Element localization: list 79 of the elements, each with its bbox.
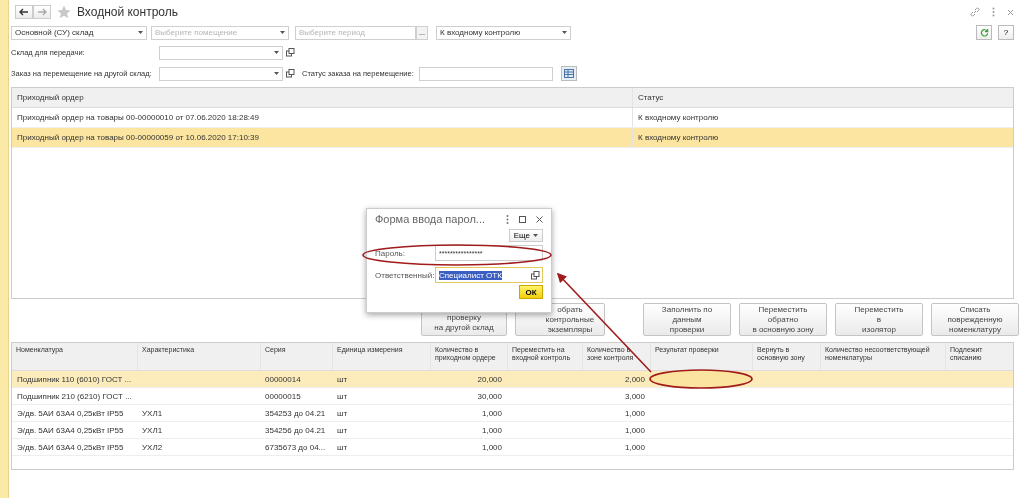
ok-button[interactable]: ОК [519,285,543,299]
table-cell-text: Приходный ордер на товары 00-00000010 от 07.06.2020 18:28:49 [16,112,260,124]
more-icon[interactable] [506,214,509,224]
table-cell: 1,000 [481,442,502,452]
table-cell: УХЛ2 [142,442,163,452]
more-icon[interactable] [992,7,995,17]
help-button[interactable]: ? [998,25,1014,40]
dialog-title: Форма ввода парол... [375,213,487,225]
open-icon[interactable] [531,270,540,280]
table-cell: 3,000 [624,391,645,401]
caret-icon [274,51,279,54]
table-cell: 1,000 [481,425,502,435]
table-cell: 30,000 [477,391,502,401]
table-cell: шт [337,408,348,418]
warehouse-field[interactable] [159,45,283,60]
table-cell: шт [337,374,348,384]
open-icon[interactable] [286,48,295,57]
table-row[interactable]: Подшипник 210 (6210) ГОСТ ... 00000015 шт 30,000 3,000 [12,388,1013,405]
table-cell: 1,000 [624,442,645,452]
back-button[interactable] [15,5,33,19]
table-cell: 6735673 до 04... [265,442,326,452]
back-arrow-icon [19,8,29,16]
table-cell: Э/дв. 5АИ 63А4 0,25кВт IP55 [17,425,124,435]
table-settings-button[interactable] [561,66,577,81]
caret-icon [533,234,538,237]
table-icon [564,69,574,78]
table-cell: Э/дв. 5АИ 63А4 0,25кВт IP55 [17,408,124,418]
table-cell: Э/дв. 5АИ 63А4 0,25кВт IP55 [17,442,124,452]
refresh-button[interactable] [976,25,992,40]
table-cell: УХЛ1 [142,425,163,435]
table-cell: 354253 до 04.21 [265,408,326,418]
column-header[interactable]: Статус [632,88,1013,107]
star-icon[interactable] [57,5,71,19]
table-cell-text: Приходный ордер на товары 00-00000059 от 10.06.2020 17:10:39 [16,132,260,144]
table-cell: 00000014 [265,374,301,384]
action-button[interactable]: Переместить обратно в основную зону [739,303,827,336]
table-cell: 2,000 [624,374,645,384]
caret-icon [280,31,285,34]
table-cell: К входному контролю [632,128,1013,147]
table-cell: шт [337,425,348,435]
caret-icon [274,72,279,75]
table-row[interactable]: Э/дв. 5АИ 63А4 0,25кВт IP55 УХЛ1 354256 до 04.21 шт 1,000 1,000 [12,422,1013,439]
action-button[interactable]: Заполнить по данным проверки [643,303,731,336]
more-button[interactable]: Еще [508,229,543,242]
table-row[interactable]: Э/дв. 5АИ 63А4 0,25кВт IP55 УХЛ2 6735673 до 04... шт 1,000 1,000 [12,439,1013,456]
refresh-icon [979,28,989,37]
table-row[interactable]: Подшипник 110 (6010) ГОСТ ... 00000014 шт 20,000 2,000 [12,371,1013,388]
transfer-order-field[interactable] [159,66,283,81]
action-button[interactable]: Переместить в изолятор [835,303,923,336]
table-row[interactable]: Приходный ордер на товары 00-00000059 от 10.06.2020 17:10:39 К входному контролю [12,128,1013,148]
table-cell: Подшипник 210 (6210) ГОСТ ... [17,391,132,401]
caret-icon [138,31,143,34]
table-cell: Подшипник 110 (6010) ГОСТ ... [17,374,132,384]
table-cell: УХЛ1 [142,408,163,418]
open-icon[interactable] [286,69,295,78]
table-cell: 20,000 [477,374,502,384]
table-cell: шт [337,442,348,452]
table-row[interactable]: Э/дв. 5АИ 63А4 0,25кВт IP55 УХЛ1 354253 до 04.21 шт 1,000 1,000 [12,405,1013,422]
table-cell: шт [337,391,348,401]
table-cell: 00000015 [265,391,301,401]
order-status-field[interactable] [419,66,553,81]
close-icon[interactable] [536,215,543,223]
select-field[interactable]: Основной (СУ) склад [11,25,147,40]
table-cell: 354256 до 04.21 [265,425,326,435]
caret-icon [562,31,567,34]
table-cell: 1,000 [624,408,645,418]
table-cell: 1,000 [481,408,502,418]
select-field[interactable]: К входному контролю [436,25,571,40]
responsible-field[interactable]: Специалист ОТК [435,267,543,283]
maximize-icon[interactable] [519,215,526,223]
column-header[interactable]: Приходный ордер [12,88,632,107]
table-cell: К входному контролю [632,108,1013,127]
password-label: Пароль: [375,248,406,258]
forward-arrow-icon [37,8,47,16]
link-icon[interactable] [970,7,980,17]
window-title: Входной контроль [77,5,178,19]
table-cell: 1,000 [624,425,645,435]
responsible-label: Ответственный: [375,270,435,280]
action-button[interactable]: Списать поврежденную номенклатуру [931,303,1019,336]
